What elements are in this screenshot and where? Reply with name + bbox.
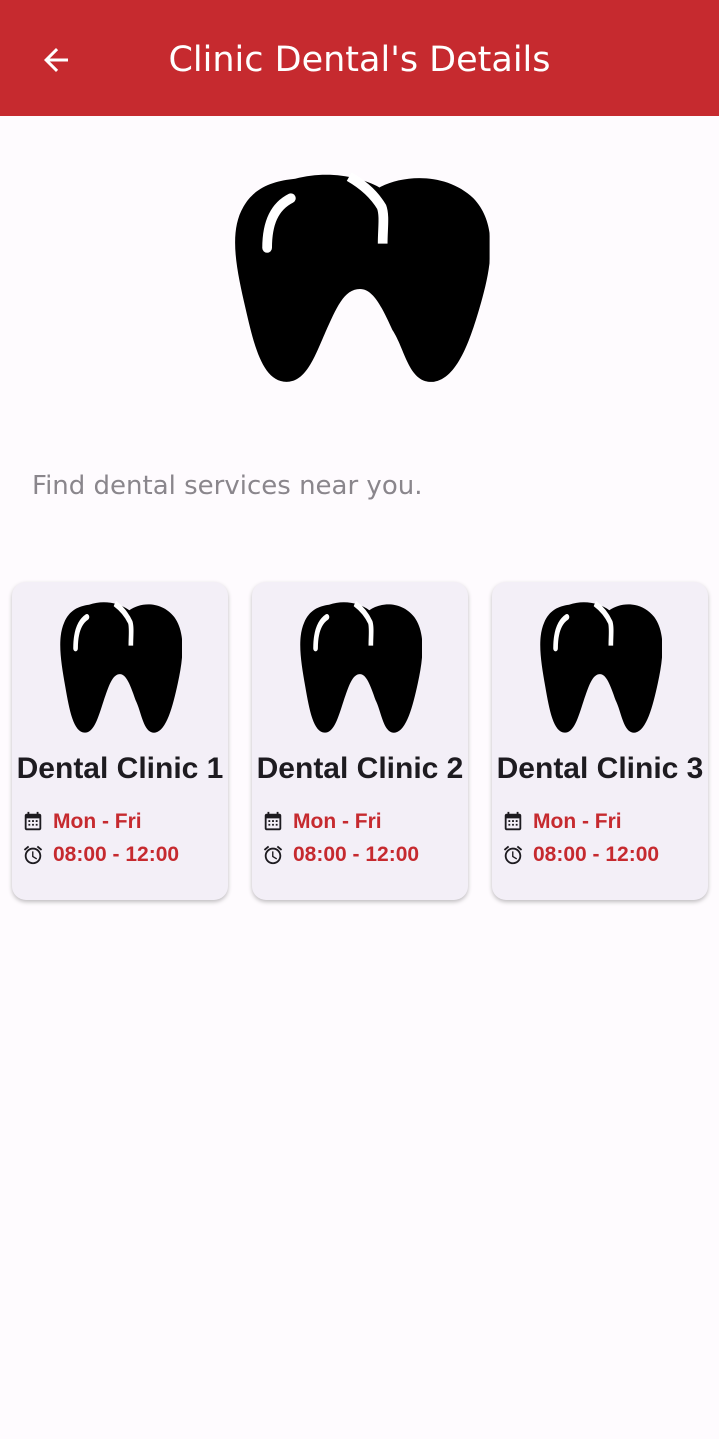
clinic-days: Mon - Fri bbox=[293, 810, 382, 833]
clinic-card[interactable]: Dental Clinic 1 Mon - Fri 08:00 - 12:00 bbox=[12, 582, 228, 900]
calendar-icon bbox=[22, 811, 44, 833]
clinic-name: Dental Clinic 3 bbox=[496, 752, 704, 785]
tooth-icon bbox=[298, 598, 422, 734]
clinic-days: Mon - Fri bbox=[53, 810, 142, 833]
tooth-icon bbox=[58, 598, 182, 734]
clinic-hours-row: 08:00 - 12:00 bbox=[502, 841, 659, 869]
clinic-hours: 08:00 - 12:00 bbox=[53, 843, 180, 866]
clinic-list: Dental Clinic 1 Mon - Fri 08:00 - 12:00 … bbox=[0, 582, 719, 902]
clinic-hours-row: 08:00 - 12:00 bbox=[262, 841, 419, 869]
clinic-days-row: Mon - Fri bbox=[262, 808, 382, 836]
alarm-clock-icon bbox=[22, 844, 44, 866]
subtitle: Find dental services near you. bbox=[32, 471, 423, 501]
clinic-hours: 08:00 - 12:00 bbox=[293, 843, 420, 866]
page-title: Clinic Dental's Details bbox=[168, 40, 551, 80]
alarm-clock-icon bbox=[262, 844, 284, 866]
clinic-name: Dental Clinic 1 bbox=[16, 752, 224, 785]
alarm-clock-icon bbox=[502, 844, 524, 866]
clinic-card[interactable]: Dental Clinic 2 Mon - Fri 08:00 - 12:00 bbox=[252, 582, 468, 900]
clinic-hours: 08:00 - 12:00 bbox=[533, 843, 660, 866]
calendar-icon bbox=[502, 811, 524, 833]
clinic-days-row: Mon - Fri bbox=[22, 808, 142, 836]
tooth-icon bbox=[538, 598, 662, 734]
clinic-days: Mon - Fri bbox=[533, 810, 622, 833]
clinic-days-row: Mon - Fri bbox=[502, 808, 622, 836]
calendar-icon bbox=[262, 811, 284, 833]
tooth-icon bbox=[230, 168, 490, 384]
app-bar: Clinic Dental's Details bbox=[0, 0, 719, 116]
clinic-hours-row: 08:00 - 12:00 bbox=[22, 841, 179, 869]
clinic-name: Dental Clinic 2 bbox=[256, 752, 464, 785]
clinic-card[interactable]: Dental Clinic 3 Mon - Fri 08:00 - 12:00 bbox=[492, 582, 708, 900]
